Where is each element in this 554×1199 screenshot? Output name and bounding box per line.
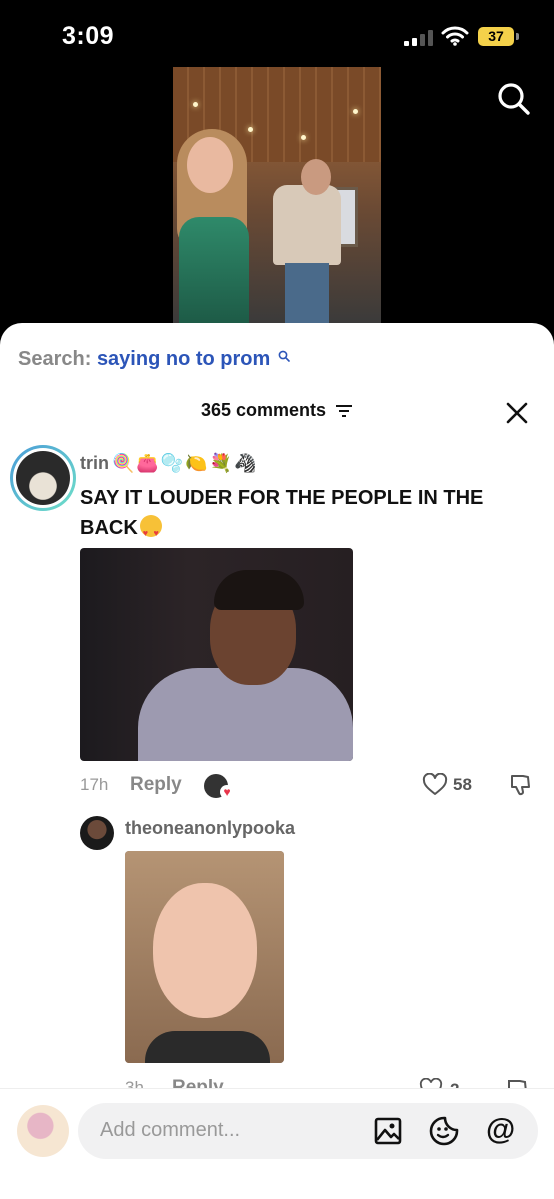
search-term[interactable]: saying no to prom [97, 348, 270, 370]
comment-username[interactable]: trin [80, 453, 109, 474]
comment-time: 17h [80, 775, 109, 794]
close-icon[interactable] [505, 401, 529, 425]
search-prefix: Search: [18, 348, 92, 370]
comment-input[interactable]: Add comment... @ [78, 1103, 538, 1159]
status-time: 3:09 [62, 22, 115, 50]
status-bar: 3:09 37 [0, 0, 554, 70]
emoji-sticker-icon[interactable] [429, 1116, 459, 1146]
commenter-avatar[interactable] [10, 445, 76, 511]
dislike-icon[interactable] [508, 773, 532, 797]
comment-gif[interactable] [80, 548, 353, 761]
comment-placeholder: Add comment... [100, 1119, 241, 1141]
username-emojis: 🍭 👛 🫧 🍋 💐 🦓 [112, 453, 257, 473]
battery-icon: 37 [478, 27, 519, 46]
reply-username[interactable]: theoneanonlypooka [125, 818, 295, 839]
comments-sheet: Search: saying no to prom 365 comments t… [0, 323, 554, 1199]
comments-count: 365 comments [200, 400, 327, 420]
comment-text: SAY IT LOUDER FOR THE PEOPLE IN THE BACK [80, 483, 520, 548]
cellular-signal-icon [404, 30, 434, 46]
reply-button[interactable]: Reply [130, 774, 182, 796]
search-icon[interactable] [497, 82, 531, 116]
heart-icon[interactable] [422, 773, 448, 797]
my-avatar [17, 1105, 69, 1157]
related-search[interactable]: Search: saying no to prom [18, 348, 290, 371]
like-count: 58 [453, 775, 472, 794]
reply-image[interactable] [125, 851, 284, 1063]
reply-avatar[interactable] [80, 816, 114, 850]
comments-count-header[interactable]: 365 comments [0, 400, 554, 421]
search-small-icon [278, 350, 290, 362]
creator-heart-icon: ♥ [220, 785, 234, 799]
comment-actions: 17h Reply ♥ 58 [80, 773, 535, 799]
video-preview[interactable] [173, 67, 381, 325]
image-icon[interactable] [374, 1117, 402, 1145]
filter-icon[interactable] [335, 404, 353, 418]
mention-icon[interactable]: @ [486, 1115, 515, 1145]
heart-eyes-emoji-icon [139, 515, 162, 548]
wifi-icon [441, 26, 469, 46]
comment-composer: Add comment... @ [0, 1088, 554, 1199]
